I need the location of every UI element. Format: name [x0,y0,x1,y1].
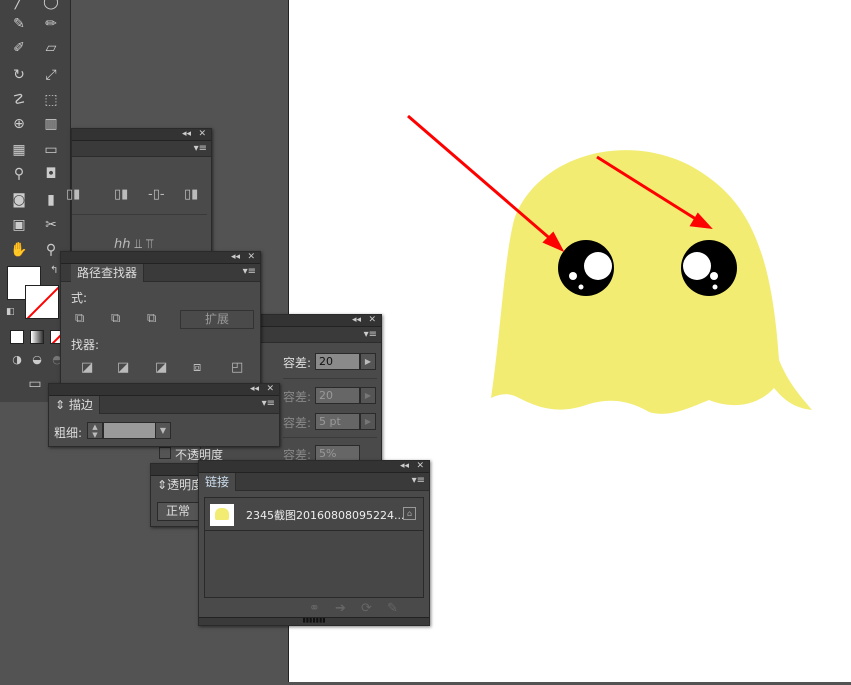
close-icon[interactable]: ✕ [416,461,424,472]
shape-modes-label: 式: [71,291,88,305]
ellipse-tool-icon[interactable]: ◯ [40,0,62,12]
shape-builder-tool-icon[interactable]: ⊕ [8,114,30,134]
divide-icon[interactable]: ◪ [81,360,93,375]
align-top-icon[interactable]: ▯▮ [114,187,128,202]
update-link-icon[interactable]: ⟳ [361,601,372,616]
blend-tool-icon[interactable]: ◘ [40,164,62,184]
stroke-tab-label: 描边 [68,398,93,412]
panel-menu-icon[interactable]: ▾≡ [412,475,425,486]
distribute-icons[interactable]: ℎℎ ⫫ ⫪ [114,237,153,252]
intersect-icon[interactable]: ⧉ [147,311,156,326]
collapse-icon[interactable]: ◂◂ [400,461,409,472]
trim-icon[interactable]: ◪ [117,360,129,375]
collapse-icon[interactable]: ◂◂ [182,129,191,140]
pathfinders-label: 找器: [71,338,100,352]
close-icon[interactable]: ✕ [368,315,376,326]
close-icon[interactable]: ✕ [198,129,206,140]
eraser-tool-icon[interactable]: ▱ [40,38,62,58]
crop-icon[interactable]: ⧈ [193,360,201,375]
gradient-mode-button[interactable] [30,330,44,344]
links-list: 2345截图20160808095224... ⌂ [204,497,424,598]
go-to-link-icon[interactable]: ➔ [335,601,346,616]
panel-menu-icon[interactable]: ▾≡ [243,266,256,277]
tolerance-label: 容差: [283,356,312,370]
weight-dropdown[interactable]: ▼ [155,422,171,439]
tab-stroke[interactable]: ⇕ 描边 [49,396,100,414]
tolerance-input[interactable]: 5 pt [315,413,360,430]
panel-menu-icon[interactable]: ▾≡ [262,398,275,409]
tolerance-label: 容差: [283,416,312,430]
zoom-tool-icon[interactable]: ⚲ [40,240,62,260]
link-name: 2345截图20160808095224... [246,509,405,522]
resize-handle[interactable]: ▮▮▮▮▮▮▮ [199,617,429,625]
stroke-panel: ◂◂ ✕ ⇕ 描边 ▾≡ 粗细: ▲ ▼ ▼ [48,383,280,447]
line-tool-icon[interactable]: ╱ [8,0,30,12]
default-colors-icon[interactable]: ◧ [6,307,15,317]
weight-stepper[interactable]: ▲ ▼ [87,422,103,439]
weight-input[interactable] [103,422,156,439]
align-right-icon[interactable]: ▯▮ [66,187,80,202]
draw-normal-icon[interactable]: ◑ [6,350,28,370]
panel-menu-icon[interactable]: ▾≡ [364,329,377,340]
align-panel: ◂◂ ✕ ▾≡ ▯▮ ▯▮ -▯- ▯▮ ℎℎ ⫫ ⫪ [66,128,212,252]
close-icon[interactable]: ✕ [247,252,255,263]
link-item[interactable]: 2345截图20160808095224... ⌂ [205,498,423,531]
opacity-checkbox[interactable] [159,447,171,459]
swap-fill-stroke-icon[interactable]: ↰ [50,265,58,276]
slice-tool-icon[interactable]: ✂ [40,215,62,235]
minus-front-icon[interactable]: ⧉ [111,311,120,326]
red-arrow [407,114,565,253]
tolerance-arrow[interactable]: ▶ [360,387,376,404]
link-thumbnail [210,504,234,526]
eyedropper-tool-icon[interactable]: ⚲ [8,164,30,184]
panel-menu-icon[interactable]: ▾≡ [194,143,207,154]
right-eye [681,240,737,296]
tolerance-label: 容差: [283,390,312,404]
unite-icon[interactable]: ⧉ [75,311,84,326]
tolerance-arrow[interactable]: ▶ [360,353,376,370]
collapse-icon[interactable]: ◂◂ [250,384,259,395]
artboard-tool-icon[interactable]: ▣ [8,215,30,235]
tab-links[interactable]: 链接 [199,473,237,491]
outline-icon[interactable]: ◰ [231,360,243,375]
collapse-icon[interactable]: ◂◂ [352,315,361,326]
merge-icon[interactable]: ◪ [155,360,167,375]
rotate-tool-icon[interactable]: ↻ [8,65,30,85]
color-mode-button[interactable] [10,330,24,344]
links-panel: ◂◂ ✕ 链接 ▾≡ 2345截图20160808095224... ⌂ ⚭ ➔ ⟳… [198,460,430,626]
tolerance-input[interactable]: 20 [315,353,360,370]
stroke-swatch[interactable] [25,285,59,319]
expand-button[interactable]: 扩展 [180,310,254,329]
left-eye [558,240,614,296]
tab-pathfinder[interactable]: 路径查找器 [71,264,145,282]
divider [72,214,207,215]
paintbrush-tool-icon[interactable]: ✎ [8,14,30,34]
free-transform-tool-icon[interactable]: ⬚ [40,90,62,110]
align-vcenter-icon[interactable]: -▯- [148,187,165,202]
draw-behind-icon[interactable]: ◒ [26,350,48,370]
pencil-tool-icon[interactable]: ✏ [40,14,62,34]
relink-icon[interactable]: ⚭ [309,601,320,616]
embedded-icon: ⌂ [403,507,416,520]
hand-tool-icon[interactable]: ✋ [8,240,30,260]
pathfinder-panel: ◂◂ ✕ 路径查找器 ▾≡ 式: ⧉ ⧉ ⧉ 扩展 找器: ◪ ◪ ◪ ⧈ ◰ [60,251,261,385]
edit-original-icon[interactable]: ✎ [387,601,398,616]
tolerance-input[interactable]: 20 [315,387,360,404]
blob-brush-tool-icon[interactable]: ✐ [8,38,30,58]
weight-label: 粗细: [54,426,83,440]
gradient-tool-icon[interactable]: ▭ [40,140,62,160]
column-graph-tool-icon[interactable]: ▮ [40,190,62,210]
symbol-sprayer-tool-icon[interactable]: ◙ [8,190,30,210]
align-bottom-icon[interactable]: ▯▮ [184,187,198,202]
close-icon[interactable]: ✕ [266,384,274,395]
mesh-tool-icon[interactable]: ▦ [8,140,30,160]
scale-tool-icon[interactable]: ⤢ [40,65,62,85]
screen-mode-icon[interactable]: ▭ [24,374,46,394]
collapse-icon[interactable]: ◂◂ [231,252,240,263]
warp-tool-icon[interactable]: ☡ [8,90,30,110]
perspective-grid-tool-icon[interactable]: ▥ [40,114,62,134]
tolerance-arrow[interactable]: ▶ [360,413,376,430]
